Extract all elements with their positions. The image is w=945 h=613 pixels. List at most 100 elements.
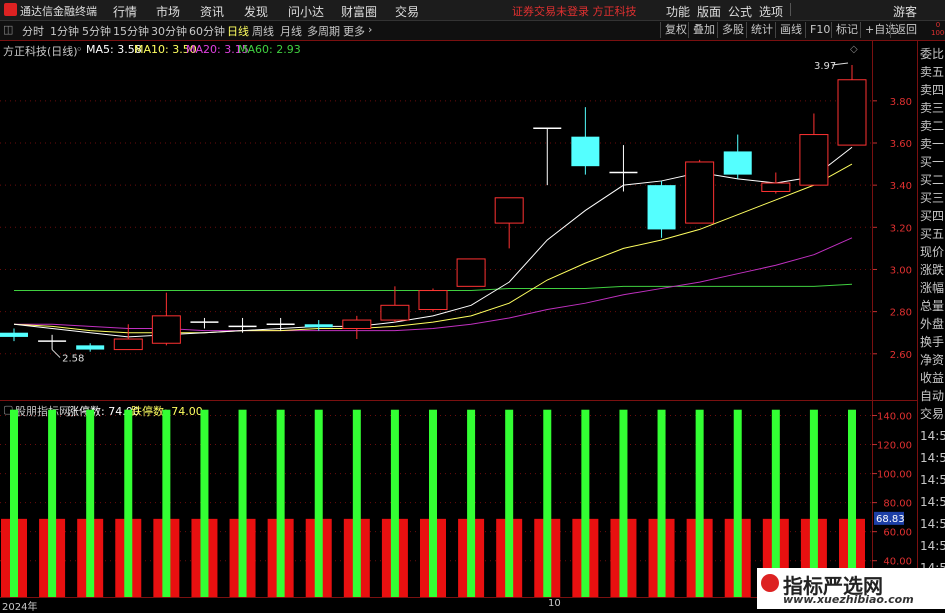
period-monthly[interactable]: 月线: [280, 23, 302, 39]
candle-body: [342, 319, 372, 329]
date-label-year: 2024年: [2, 602, 38, 613]
menu-item-shichang[interactable]: 市场: [156, 3, 180, 20]
side-panel-item[interactable]: 14:5: [920, 473, 945, 487]
menu-item-gongneng[interactable]: 功能: [666, 3, 690, 20]
menu-item-hangqing[interactable]: 行情: [113, 3, 137, 20]
menu-item-zixun[interactable]: 资讯: [200, 3, 224, 20]
menu-item-caifuquan[interactable]: 财富圈: [341, 3, 377, 20]
watermark-url: www.xuezhibiao.com: [783, 593, 914, 606]
candle-body: [113, 338, 143, 351]
side-panel-item[interactable]: 卖二: [920, 119, 944, 133]
y-tick-label: 3.80: [890, 97, 912, 108]
menu-item-faxian[interactable]: 发现: [244, 3, 268, 20]
guest-user[interactable]: 游客: [893, 3, 917, 20]
side-panel-item[interactable]: 14:5: [920, 539, 945, 553]
current-value-label: 68.83: [876, 514, 905, 525]
side-panel-item[interactable]: 涨幅: [920, 281, 944, 295]
side-panel-item[interactable]: 卖三: [920, 101, 944, 115]
period-5min[interactable]: 5分钟: [82, 23, 111, 39]
low-pointer: [51, 349, 61, 358]
candlestick-chart[interactable]: 3.80 3.60 3.40 3.20 3.00 2.80 2.60 3.97 2.58 ◇: [0, 40, 917, 400]
green-bar: [390, 409, 399, 597]
side-panel-item[interactable]: 外盘: [920, 317, 944, 331]
green-bar: [352, 409, 361, 597]
period-1min[interactable]: 1分钟: [50, 23, 79, 39]
side-panel-item[interactable]: 卖四: [920, 83, 944, 97]
side-panel-item[interactable]: 交易: [920, 407, 944, 421]
candle-body: [380, 304, 410, 321]
sub-y-tick-label: 100.00: [877, 470, 912, 481]
period-weekly[interactable]: 周线: [252, 23, 274, 39]
green-bar: [467, 409, 476, 597]
sub-y-tick-label: 80.00: [883, 499, 912, 510]
side-panel-item[interactable]: 委比: [920, 47, 944, 61]
tool-fuquan[interactable]: 复权: [660, 22, 691, 38]
candle-body: [761, 182, 791, 192]
date-label-month: 10: [548, 598, 561, 609]
green-bar: [505, 409, 514, 597]
candle-body: [571, 136, 600, 167]
period-15min[interactable]: 15分钟: [113, 23, 149, 39]
side-panel-item[interactable]: 卖五: [920, 65, 944, 79]
tool-back[interactable]: 返回: [890, 22, 921, 38]
green-bar: [314, 409, 323, 597]
side-panel-item[interactable]: 卖一: [920, 137, 944, 151]
tool-tongji[interactable]: 统计: [746, 22, 777, 38]
period-daily[interactable]: 日线: [227, 23, 249, 39]
period-30min[interactable]: 30分钟: [151, 23, 187, 39]
side-panel-item[interactable]: 现价: [920, 245, 944, 259]
chevron-right-icon[interactable]: ›: [368, 23, 372, 36]
period-fenshi[interactable]: 分时: [22, 23, 44, 39]
green-bar: [238, 409, 247, 597]
menu-item-jiaoyi[interactable]: 交易: [395, 3, 419, 20]
tool-biaoji[interactable]: 标记: [831, 22, 862, 38]
tool-f10[interactable]: F10: [805, 22, 834, 38]
green-bar: [162, 409, 171, 597]
tool-duogu[interactable]: 多股: [717, 22, 748, 38]
side-panel-item[interactable]: 买五: [920, 227, 944, 241]
side-panel-item[interactable]: 换手: [920, 335, 944, 349]
side-panel-item[interactable]: 净资: [920, 353, 944, 367]
candle-body: [0, 332, 28, 337]
login-notice[interactable]: 证券交易未登录 方正科技: [512, 3, 637, 19]
menu-item-wenxiaoda[interactable]: 问小达: [288, 3, 324, 20]
candle-body: [837, 79, 867, 146]
side-panel-item[interactable]: 买三: [920, 191, 944, 205]
green-bar: [695, 409, 704, 597]
tool-diejia[interactable]: 叠加: [688, 22, 719, 38]
candle-body: [151, 315, 181, 344]
period-multi[interactable]: 多周期: [307, 23, 340, 39]
side-panel-item[interactable]: 买二: [920, 173, 944, 187]
side-panel-item[interactable]: 总量: [920, 299, 944, 313]
side-panel-item[interactable]: 买四: [920, 209, 944, 223]
y-tick-label: 3.20: [890, 223, 912, 234]
side-panel-item[interactable]: 14:5: [920, 451, 945, 465]
side-panel-item[interactable]: 收益: [920, 371, 944, 385]
candle-body: [799, 134, 829, 186]
side-panel-item[interactable]: 14:5: [920, 429, 945, 443]
divider: [790, 3, 791, 16]
menu-item-banmian[interactable]: 版面: [697, 3, 721, 20]
ma20-line: [14, 237, 853, 332]
side-panel-item[interactable]: 买一: [920, 155, 944, 169]
candle-body: [456, 258, 486, 287]
menu-bar: 通达信金融终端 行情 市场 资讯 发现 问小达 财富圈 交易 证券交易未登录 方…: [0, 0, 945, 21]
sub-y-tick-label: 60.00: [883, 528, 912, 539]
toggle-panel-icon[interactable]: ◫: [3, 23, 13, 36]
green-bar: [657, 409, 666, 597]
candle-body: [685, 161, 715, 224]
side-panel-item[interactable]: 涨跌: [920, 263, 944, 277]
menu-item-gongshi[interactable]: 公式: [728, 3, 752, 20]
menu-item-xuanxiang[interactable]: 选项: [759, 3, 783, 20]
diamond-icon: ◇: [850, 44, 858, 55]
green-bar: [124, 409, 133, 597]
period-more[interactable]: 更多: [343, 23, 365, 39]
period-60min[interactable]: 60分钟: [189, 23, 225, 39]
side-panel-item[interactable]: 14:5: [920, 517, 945, 531]
tool-huaxian[interactable]: 画线: [775, 22, 806, 38]
side-panel-item[interactable]: 自动: [920, 389, 944, 403]
sub-y-tick-label: 120.00: [877, 441, 912, 452]
panel-counter: 01000: [931, 21, 945, 37]
period-toolbar: ◫ 分时 1分钟 5分钟 15分钟 30分钟 60分钟 日线 周线 月线 多周期…: [0, 21, 945, 41]
side-panel-item[interactable]: 14:5: [920, 495, 945, 509]
